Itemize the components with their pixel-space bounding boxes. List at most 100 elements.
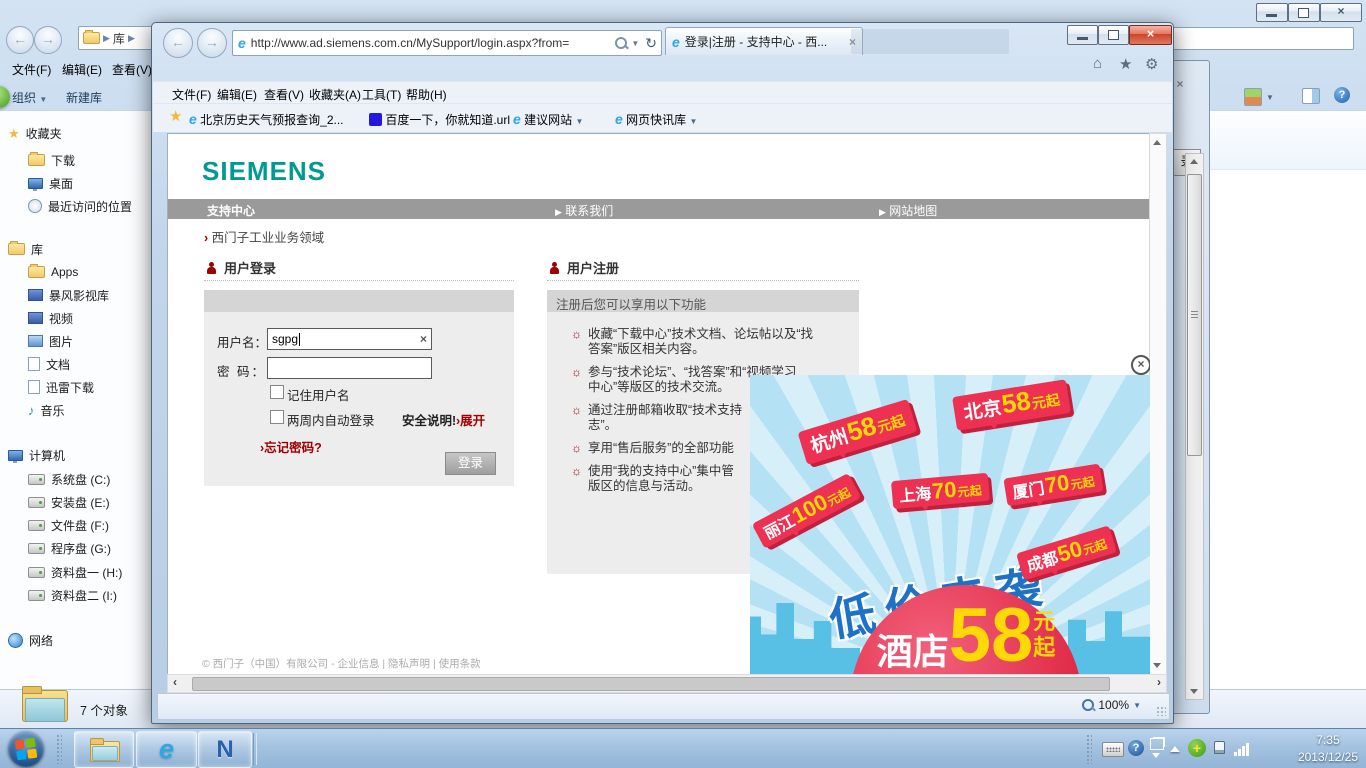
ad-close-icon[interactable]: × [1131,355,1150,375]
tray-help-icon[interactable]: ? [1128,740,1144,756]
favorite-item-baidu[interactable]: 百度一下，你就知道.url [369,111,510,128]
password-input[interactable] [267,357,432,379]
home-icon[interactable]: ⌂ [1093,55,1102,72]
ad-popup[interactable]: 低价来袭 杭州58元起 北京58元起 上海70元起 厦门70元起 丽江100元起 [750,375,1150,674]
zoom-control[interactable]: 100% ▼ [1082,698,1141,712]
sidebar-section-favorites[interactable]: ★ 收藏夹 [8,124,62,142]
search-icon[interactable] [615,37,628,49]
explorer-menu-view[interactable]: 查看(V) [112,61,151,78]
auto-login-checkbox[interactable] [270,410,284,424]
sidebar-section-network[interactable]: 网络 [8,631,53,649]
explorer-forward-button[interactable]: → [34,26,62,54]
sidebar-item-pictures[interactable]: 图片 [28,332,73,350]
menu-view[interactable]: 查看(V) [264,86,304,103]
page-breadcrumb[interactable]: › 西门子工业业务领域 [204,227,324,246]
taskbar-clock[interactable]: 7:35 2013/12/25 [1298,732,1358,766]
help-button[interactable]: ? [1334,87,1350,103]
breadcrumb[interactable]: ▶ 库 ▶ [78,26,160,50]
ie-close-button[interactable]: × [1129,25,1172,45]
favorite-item-web-slices[interactable]: e 网页快讯库 ▼ [615,111,697,128]
favorite-item-suggested-sites[interactable]: e 建议网站 ▼ [513,111,583,128]
zoom-dropdown-arrow-icon[interactable]: ▼ [1133,701,1141,710]
h-scrollbar-thumb[interactable] [192,677,1110,691]
taskbar-n-app-button[interactable]: N [198,731,252,768]
explorer-back-button[interactable]: ← [6,26,34,54]
sidebar-item-baofeng-library[interactable]: 暴风影视库 [28,286,109,304]
tray-keyboard-icon[interactable] [1102,742,1124,757]
menu-favorites[interactable]: 收藏夹(A) [309,86,361,103]
sidebar-section-libraries[interactable]: 库 [8,240,43,258]
sidebar-item-music[interactable]: ♪ 音乐 [28,401,65,419]
explorer-search-input[interactable] [1143,27,1354,51]
favorites-star-icon[interactable]: ★ [1119,55,1132,73]
url-text[interactable]: http://www.ad.siemens.com.cn/MySupport/l… [251,36,616,50]
sidebar-item-drive-g[interactable]: 程序盘 (G:) [28,539,111,557]
start-button[interactable] [8,731,44,767]
scroll-down-icon[interactable] [1190,689,1198,694]
address-bar[interactable]: e http://www.ad.siemens.com.cn/MySupport… [232,30,662,56]
menu-tools[interactable]: 工具(T) [362,86,401,103]
resize-grip[interactable] [1156,706,1166,716]
sidebar-item-drive-h[interactable]: 资料盘一 (H:) [28,563,122,581]
breadcrumb-root[interactable]: 库 [113,30,125,47]
tray-window-icon[interactable] [1150,738,1164,750]
organize-button[interactable]: 组织 ▼ [12,89,47,106]
favorite-item-weather[interactable]: e 北京历史天气预报查询_2... [189,111,344,128]
add-favorite-star-icon[interactable]: ★ [169,109,182,124]
clear-input-icon[interactable]: × [420,332,427,346]
ie-back-button[interactable]: ← [163,28,193,58]
sidebar-item-drive-f[interactable]: 文件盘 (F:) [28,516,109,534]
sidebar-item-drive-i[interactable]: 资料盘二 (I:) [28,586,117,604]
menu-edit[interactable]: 编辑(E) [217,86,257,103]
explorer-close-button[interactable]: × [1320,3,1362,22]
tray-network-icon[interactable] [1234,743,1254,756]
nav-contact-us[interactable]: ▶ 联系我们 [555,202,613,219]
views-button[interactable] [1244,88,1262,106]
tray-power-icon[interactable] [1212,740,1226,755]
taskbar-ie-button[interactable]: e [136,731,197,768]
address-dropdown-arrow-icon[interactable]: ▼ [631,39,639,48]
new-library-button[interactable]: 新建库 [66,89,102,106]
explorer-menu-file[interactable]: 文件(F) [12,61,51,78]
forgot-password-link[interactable]: ›忘记密码? [260,437,322,456]
tray-window-dropdown-icon[interactable] [1152,753,1160,758]
menu-help[interactable]: 帮助(H) [406,86,447,103]
sidebar-item-drive-e[interactable]: 安装盘 (E:) [28,493,110,511]
scroll-down-icon[interactable] [1153,663,1161,668]
sidebar-item-downloads[interactable]: 下载 [28,151,75,169]
sidebar-item-recent-places[interactable]: 最近访问的位置 [28,197,132,215]
taskbar-explorer-button[interactable] [74,731,134,768]
bgwin-scrollbar[interactable] [1185,153,1204,700]
remember-username-checkbox[interactable] [270,385,284,399]
sidebar-item-drive-c[interactable]: 系统盘 (C:) [28,470,110,488]
scroll-up-icon[interactable] [1190,159,1198,164]
sidebar-item-thunder-downloads[interactable]: 迅雷下载 [28,378,94,396]
auto-login-label[interactable]: 两周内自动登录 [287,410,375,429]
page-horizontal-scrollbar[interactable]: ‹ › [167,674,1167,693]
sidebar-item-videos[interactable]: 视频 [28,309,73,327]
ie-forward-button[interactable]: → [197,28,227,58]
explorer-minimize-button[interactable] [1256,3,1288,22]
sidebar-item-desktop[interactable]: 桌面 [28,174,73,192]
refresh-icon[interactable]: ↻ [645,35,657,52]
menu-file[interactable]: 文件(F) [172,86,211,103]
settings-gear-icon[interactable]: ⚙ [1145,55,1158,73]
tray-360-icon[interactable]: + [1188,739,1206,757]
page-vertical-scrollbar[interactable] [1149,133,1167,675]
expand-link[interactable]: ›展开 [456,410,485,429]
username-input[interactable]: sgpg × [267,328,432,350]
scroll-up-icon[interactable] [1153,140,1161,145]
remember-username-label[interactable]: 记住用户名 [287,385,350,404]
sidebar-section-computer[interactable]: 计算机 [8,446,65,464]
show-hidden-icons-button[interactable] [1170,746,1180,752]
sidebar-item-documents[interactable]: 文档 [28,355,70,373]
empty-tab-strip[interactable] [851,29,1009,54]
views-dropdown-arrow-icon[interactable]: ▼ [1266,93,1274,102]
bgwin-tab-close-icon[interactable]: × [1173,78,1187,92]
scrollbar-thumb[interactable] [1187,174,1202,456]
tab-title[interactable]: 登录|注册 - 支持中心 - 西... [685,33,844,50]
browser-tab[interactable]: e 登录|注册 - 支持中心 - 西... × [665,27,863,55]
ie-restore-button[interactable] [1098,25,1129,45]
ie-minimize-button[interactable] [1067,25,1098,45]
preview-pane-button[interactable] [1302,88,1320,104]
